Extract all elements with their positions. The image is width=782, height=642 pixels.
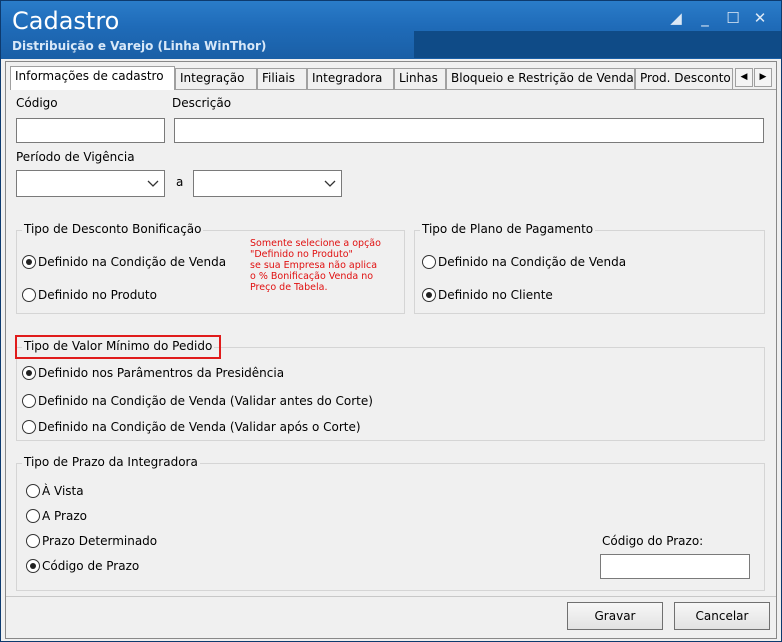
- gravar-button[interactable]: Gravar: [567, 602, 663, 630]
- tab-strip: Informações de cadastro Integração Filia…: [10, 66, 776, 90]
- prazo-option-a-vista[interactable]: À Vista: [26, 484, 84, 502]
- radio-selected-icon: [22, 255, 36, 269]
- note-line: "Definido no Produto": [250, 249, 353, 260]
- radio-label: Definido na Condição de Venda: [438, 255, 627, 269]
- form-content: Informações de cadastro Integração Filia…: [5, 61, 777, 639]
- tab-prod-desconto[interactable]: Prod. Desconto: [635, 68, 733, 89]
- radio-label: Definido no Produto: [38, 288, 157, 302]
- prazo-option-codigo[interactable]: Código de Prazo: [26, 559, 139, 577]
- desconto-option-produto[interactable]: Definido no Produto: [22, 288, 157, 306]
- note-line: se sua Empresa não aplica: [250, 260, 378, 271]
- chevron-down-icon: [147, 180, 159, 187]
- plano-pagamento-title: Tipo de Plano de Pagamento: [420, 222, 596, 236]
- prazo-option-determinado[interactable]: Prazo Determinado: [26, 534, 157, 552]
- codigo-prazo-input[interactable]: [600, 554, 750, 579]
- tab-scroll-left-icon[interactable]: ◀: [735, 68, 753, 87]
- radio-label: Definido na Condição de Venda: [38, 255, 227, 269]
- codigo-label: Código: [16, 96, 58, 110]
- restore-icon[interactable]: ◢: [665, 7, 687, 29]
- valor-minimo-option-antes-corte[interactable]: Definido na Condição de Venda (Validar a…: [22, 394, 373, 412]
- window-subtitle: Distribuição e Varejo (Linha WinThor): [12, 39, 267, 53]
- plano-option-condicao-venda[interactable]: Definido na Condição de Venda: [422, 255, 626, 273]
- close-icon[interactable]: ✕: [749, 7, 771, 29]
- descricao-input[interactable]: [174, 118, 764, 143]
- note-line: Somente selecione a opção: [250, 238, 381, 249]
- radio-unselected-icon: [26, 509, 40, 523]
- radio-unselected-icon: [26, 534, 40, 548]
- note-line: Preço de Tabela.: [250, 282, 328, 293]
- tab-integracao[interactable]: Integração: [175, 68, 257, 89]
- radio-label: À Vista: [42, 484, 84, 498]
- radio-unselected-icon: [22, 394, 36, 408]
- tab-page-informacoes: Código Descrição Período de Vigência a T…: [10, 89, 776, 599]
- valor-minimo-highlight-box: [15, 335, 221, 359]
- radio-selected-icon: [22, 366, 36, 380]
- radio-unselected-icon: [26, 484, 40, 498]
- periodo-separator: a: [176, 175, 184, 189]
- periodo-inicio-select[interactable]: [16, 170, 165, 197]
- maximize-icon[interactable]: ☐: [722, 7, 744, 29]
- desconto-note: Somente selecione a opção "Definido no P…: [250, 238, 381, 293]
- plano-pagamento-group: Tipo de Plano de Pagamento Definido na C…: [414, 222, 765, 314]
- periodo-fim-select[interactable]: [193, 170, 342, 197]
- plano-option-cliente[interactable]: Definido no Cliente: [422, 288, 553, 306]
- radio-unselected-icon: [422, 255, 436, 269]
- tab-integradora[interactable]: Integradora: [307, 68, 394, 89]
- codigo-prazo-label: Código do Prazo:: [602, 534, 704, 548]
- prazo-option-a-prazo[interactable]: A Prazo: [26, 509, 87, 527]
- title-bar[interactable]: Cadastro Distribuição e Varejo (Linha Wi…: [1, 1, 781, 59]
- prazo-integradora-group: Tipo de Prazo da Integradora À Vista A P…: [16, 455, 765, 591]
- periodo-vigencia-label: Período de Vigência: [16, 150, 135, 164]
- valor-minimo-option-presidencia[interactable]: Definido nos Parâmentros da Presidência: [22, 366, 284, 384]
- window-title: Cadastro: [12, 7, 120, 35]
- valor-minimo-group: Tipo de Valor Mínimo do Pedido Definido …: [16, 339, 765, 441]
- minimize-icon[interactable]: _: [694, 7, 716, 29]
- footer-divider: [6, 596, 776, 597]
- radio-label: A Prazo: [42, 509, 87, 523]
- radio-label: Definido na Condição de Venda (Validar a…: [38, 420, 361, 434]
- title-band: [414, 31, 781, 58]
- radio-label: Definido no Cliente: [438, 288, 553, 302]
- radio-selected-icon: [422, 288, 436, 302]
- radio-label: Definido na Condição de Venda (Validar a…: [38, 394, 373, 408]
- radio-selected-icon: [26, 559, 40, 573]
- codigo-input[interactable]: [16, 118, 165, 143]
- tab-scroll-right-icon[interactable]: ▶: [754, 68, 772, 87]
- radio-label: Definido nos Parâmentros da Presidência: [38, 366, 285, 380]
- cadastro-window: Cadastro Distribuição e Varejo (Linha Wi…: [0, 0, 782, 642]
- tab-bloqueio-restricao[interactable]: Bloqueio e Restrição de Venda: [446, 68, 635, 89]
- cancelar-button[interactable]: Cancelar: [674, 602, 770, 630]
- chevron-down-icon: [324, 180, 336, 187]
- desconto-bonificacao-group: Tipo de Desconto Bonificação Definido na…: [16, 222, 405, 314]
- desconto-bonificacao-title: Tipo de Desconto Bonificação: [22, 222, 204, 236]
- tab-linhas[interactable]: Linhas: [394, 68, 446, 89]
- radio-label: Código de Prazo: [42, 559, 140, 573]
- radio-unselected-icon: [22, 420, 36, 434]
- tab-informacoes-cadastro[interactable]: Informações de cadastro: [10, 66, 175, 90]
- radio-unselected-icon: [22, 288, 36, 302]
- radio-label: Prazo Determinado: [42, 534, 158, 548]
- descricao-label: Descrição: [172, 96, 232, 110]
- desconto-option-condicao-venda[interactable]: Definido na Condição de Venda: [22, 255, 226, 273]
- note-line: o % Bonificação Venda no: [250, 271, 374, 282]
- valor-minimo-option-apos-corte[interactable]: Definido na Condição de Venda (Validar a…: [22, 420, 361, 438]
- prazo-integradora-title: Tipo de Prazo da Integradora: [22, 455, 200, 469]
- tab-filiais[interactable]: Filiais: [257, 68, 307, 89]
